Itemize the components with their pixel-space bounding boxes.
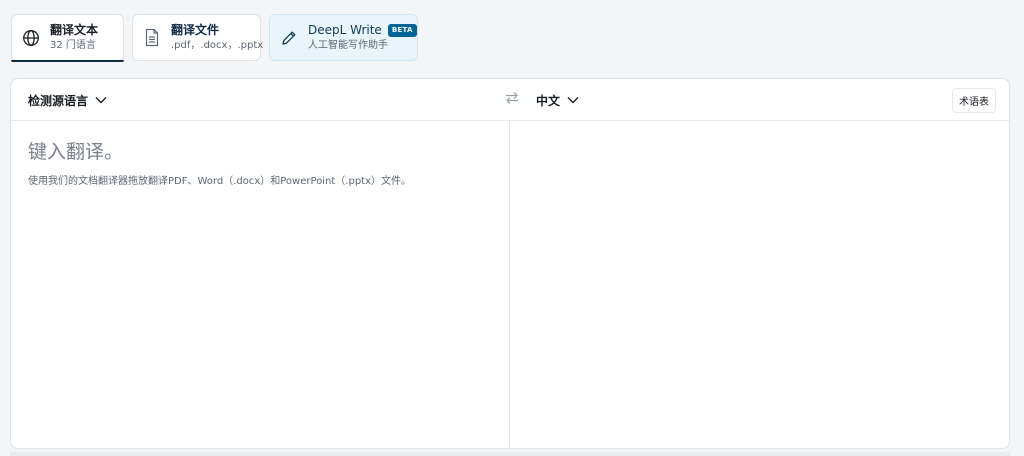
tab-text: 翻译文件 .pdf，.docx，.pptx — [171, 23, 263, 51]
language-bar: 检测源语言 中文 术语表 — [11, 79, 1009, 121]
source-text-input[interactable] — [28, 141, 492, 163]
glossary-button[interactable]: 术语表 — [952, 88, 996, 113]
tab-title: 翻译文件 — [171, 23, 220, 38]
source-text-pane: 使用我们的文档翻译器拖放翻译PDF、Word（.docx）和PowerPoint… — [11, 121, 510, 448]
tab-title-text: DeepL Write — [308, 23, 382, 38]
tab-subtitle: 32 门语言 — [50, 39, 96, 51]
document-icon — [142, 28, 162, 48]
document-translator-hint: 使用我们的文档翻译器拖放翻译PDF、Word（.docx）和PowerPoint… — [28, 176, 412, 187]
tab-translate-files[interactable]: 翻译文件 .pdf，.docx，.pptx — [132, 14, 263, 61]
target-language-label: 中文 — [536, 93, 561, 108]
source-language-label: 检测源语言 — [28, 93, 89, 108]
tab-title: DeepL Write BETA — [308, 23, 417, 37]
pencil-icon — [279, 28, 299, 48]
swap-languages-button[interactable] — [502, 90, 522, 110]
chevron-down-icon — [567, 96, 579, 104]
bottom-divider — [10, 452, 1010, 456]
tab-translate-text[interactable]: 翻译文本 32 门语言 — [11, 14, 124, 62]
globe-icon — [21, 28, 41, 48]
target-text-pane[interactable] — [510, 121, 1009, 448]
chevron-down-icon — [95, 96, 107, 104]
tab-text: 翻译文本 32 门语言 — [50, 23, 98, 51]
beta-badge: BETA — [387, 24, 417, 37]
target-language-select[interactable]: 中文 — [536, 79, 579, 121]
tab-text: DeepL Write BETA 人工智能写作助手 — [308, 23, 417, 51]
tab-subtitle: 人工智能写作助手 — [308, 39, 388, 51]
translator-panel: 检测源语言 中文 术语表 使用我们的文档翻译器拖放翻译PDF、Word（.doc… — [10, 78, 1010, 449]
tab-deepl-write[interactable]: DeepL Write BETA 人工智能写作助手 — [269, 14, 418, 61]
mode-tabs: 翻译文本 32 门语言 翻译文件 .pdf，.docx，.pptx DeepL … — [11, 14, 418, 62]
swap-arrows-icon — [504, 90, 520, 110]
tab-subtitle: .pdf，.docx，.pptx — [171, 39, 264, 51]
tab-title: 翻译文本 — [50, 23, 99, 38]
source-language-select[interactable]: 检测源语言 — [28, 79, 107, 121]
